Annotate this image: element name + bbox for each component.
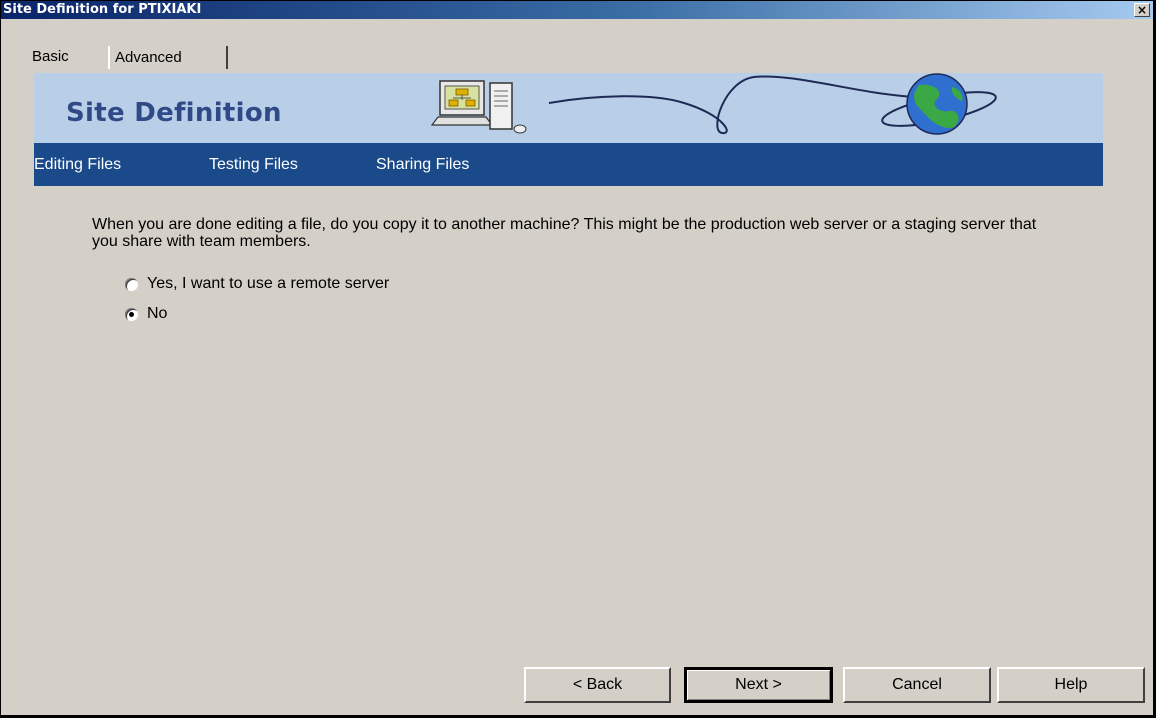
- tab-advanced-label: Advanced: [115, 49, 182, 66]
- next-button-label: Next >: [735, 676, 782, 693]
- nav-item-testing-files: Testing Files: [209, 156, 298, 173]
- back-button-label: < Back: [572, 676, 623, 693]
- globe-icon: [881, 73, 997, 135]
- cancel-button-label: Cancel: [892, 676, 942, 693]
- radio-yes[interactable]: [125, 277, 138, 291]
- banner-title: Site Definition: [66, 98, 282, 128]
- close-icon: ×: [1136, 3, 1148, 17]
- remote-server-question: When you are done editing a file, do you…: [92, 216, 1037, 250]
- option-no[interactable]: No: [125, 305, 167, 323]
- window-title: Site Definition for PTIXIAKI: [3, 2, 202, 17]
- help-button[interactable]: Help: [997, 667, 1145, 703]
- tab-basic-label: Basic: [32, 47, 69, 65]
- radio-no[interactable]: [125, 307, 138, 321]
- cancel-button[interactable]: Cancel: [843, 667, 991, 703]
- back-button[interactable]: < Back: [524, 667, 671, 703]
- option-yes-remote-server[interactable]: Yes, I want to use a remote server: [125, 275, 389, 293]
- help-button-label: Help: [1054, 676, 1088, 693]
- computer-icon: [430, 80, 527, 134]
- tab-advanced[interactable]: Advanced: [108, 46, 228, 69]
- close-button[interactable]: ×: [1134, 3, 1150, 17]
- site-definition-dialog: Site Definition for PTIXIAKI × Basic Adv…: [0, 0, 1154, 716]
- site-definition-banner: Site Definition: [34, 73, 1103, 143]
- nav-item-sharing-files: Sharing Files: [376, 156, 470, 173]
- nav-item-editing-files: Editing Files: [34, 156, 122, 173]
- step-nav-bar: Editing Files Testing Files Sharing File…: [34, 143, 1103, 186]
- option-yes-label: Yes, I want to use a remote server: [147, 275, 390, 292]
- title-bar[interactable]: Site Definition for PTIXIAKI ×: [1, 1, 1153, 19]
- option-no-label: No: [147, 305, 168, 322]
- tab-basic[interactable]: Basic: [27, 43, 107, 69]
- next-button[interactable]: Next >: [684, 667, 833, 703]
